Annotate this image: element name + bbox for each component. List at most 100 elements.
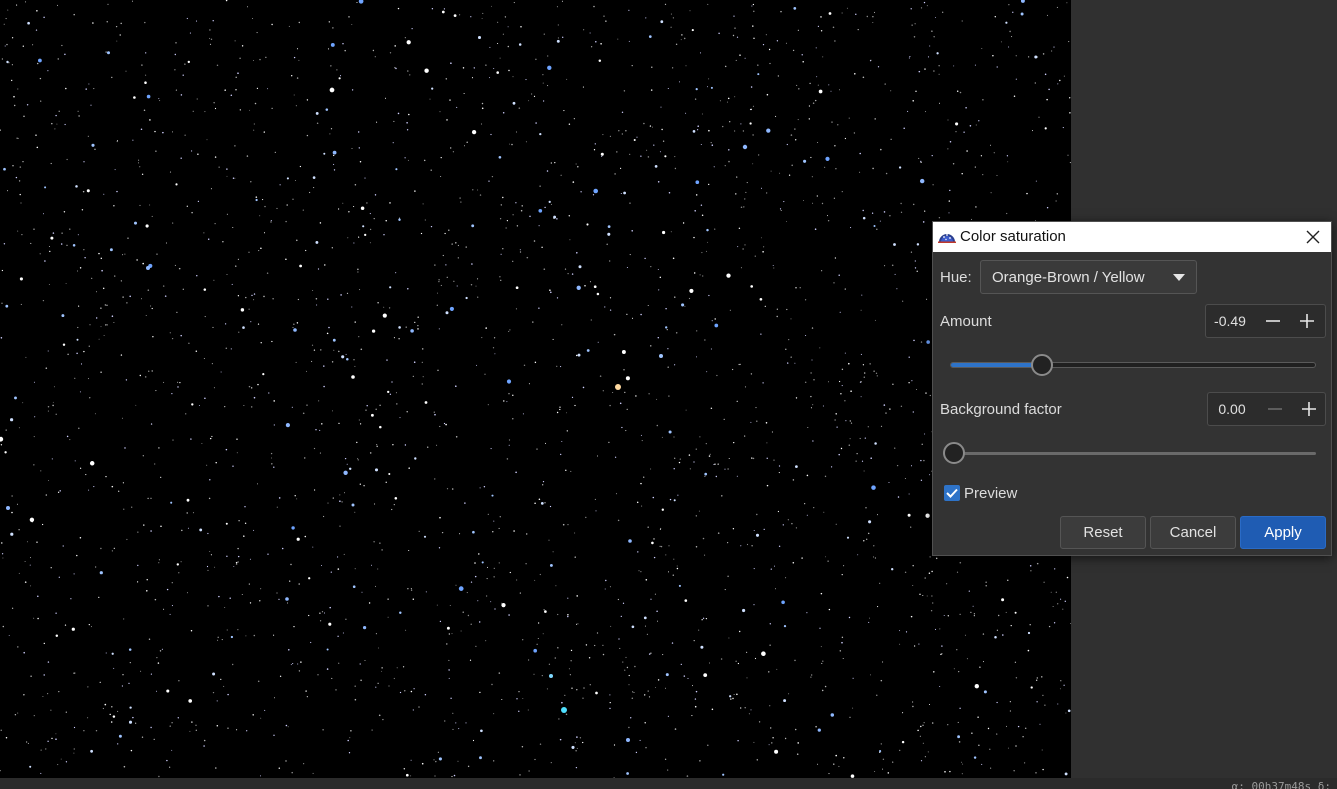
star xyxy=(730,698,732,700)
dialog-titlebar[interactable]: Color saturation xyxy=(933,222,1331,252)
star xyxy=(796,84,798,86)
star xyxy=(823,511,825,513)
preview-checkbox[interactable] xyxy=(944,485,960,501)
star xyxy=(804,381,807,384)
star xyxy=(67,353,69,356)
star xyxy=(263,131,265,133)
star xyxy=(83,249,85,251)
star xyxy=(129,706,132,709)
star xyxy=(839,650,842,652)
amount-decrement-button[interactable] xyxy=(1256,305,1290,337)
star xyxy=(99,571,103,575)
star xyxy=(449,147,452,149)
star xyxy=(650,89,653,91)
star xyxy=(265,56,267,58)
star xyxy=(820,646,822,648)
star xyxy=(520,209,523,212)
star xyxy=(137,581,139,583)
star xyxy=(974,166,976,168)
preview-label[interactable]: Preview xyxy=(964,485,1017,503)
star xyxy=(425,591,427,593)
star xyxy=(128,682,130,685)
star xyxy=(519,592,521,594)
star xyxy=(898,166,902,169)
star xyxy=(209,29,211,31)
star xyxy=(285,423,290,428)
star xyxy=(1042,694,1044,697)
close-icon[interactable] xyxy=(1303,227,1323,247)
star xyxy=(281,547,284,550)
star xyxy=(860,353,862,355)
star xyxy=(567,524,569,526)
star xyxy=(609,260,611,262)
star xyxy=(360,348,363,351)
star xyxy=(333,154,335,157)
star xyxy=(564,268,567,270)
background-factor-slider-handle[interactable] xyxy=(943,442,965,464)
star xyxy=(619,402,622,405)
star xyxy=(132,716,134,719)
star xyxy=(131,506,133,508)
star xyxy=(582,741,584,744)
amount-value-input[interactable]: -0.49 xyxy=(1206,305,1254,337)
star xyxy=(128,720,133,724)
star xyxy=(694,705,697,708)
star xyxy=(58,110,60,112)
star xyxy=(571,745,575,749)
star xyxy=(379,542,381,544)
amount-slider[interactable] xyxy=(950,354,1316,376)
hue-dropdown[interactable]: Orange-Brown / Yellow xyxy=(980,260,1197,294)
star xyxy=(319,429,321,431)
star xyxy=(216,724,219,727)
star xyxy=(819,627,821,629)
star xyxy=(643,616,647,620)
star xyxy=(211,435,213,438)
star xyxy=(1006,212,1008,215)
star xyxy=(319,452,321,454)
star xyxy=(382,718,384,721)
star xyxy=(149,119,151,121)
star xyxy=(213,102,215,104)
star xyxy=(700,645,704,649)
star xyxy=(598,59,602,63)
star xyxy=(707,3,709,5)
apply-button[interactable]: Apply xyxy=(1240,516,1326,549)
background-factor-decrement-button[interactable] xyxy=(1258,393,1292,425)
star xyxy=(364,233,367,237)
amount-increment-button[interactable] xyxy=(1290,305,1324,337)
image-viewport[interactable] xyxy=(0,0,1071,778)
star xyxy=(728,160,730,163)
star xyxy=(203,288,207,291)
star xyxy=(544,206,546,209)
amount-slider-fill xyxy=(951,363,1042,367)
star xyxy=(883,211,886,213)
star xyxy=(273,424,275,426)
star xyxy=(40,749,42,751)
star xyxy=(751,457,753,459)
star xyxy=(536,643,538,645)
cancel-button[interactable]: Cancel xyxy=(1150,516,1236,549)
star xyxy=(734,27,736,29)
star xyxy=(315,429,317,431)
star xyxy=(103,193,105,195)
background-factor-value-input[interactable]: 0.00 xyxy=(1208,393,1256,425)
amount-slider-handle[interactable] xyxy=(1030,354,1053,376)
star xyxy=(830,713,835,717)
star xyxy=(289,580,291,582)
star xyxy=(332,338,336,342)
star xyxy=(1053,622,1056,624)
background-factor-slider[interactable] xyxy=(943,442,1316,464)
background-factor-increment-button[interactable] xyxy=(1292,393,1326,425)
star xyxy=(57,58,59,60)
star xyxy=(79,391,81,393)
star xyxy=(556,297,559,299)
star xyxy=(776,315,778,318)
star xyxy=(30,675,32,677)
star xyxy=(243,535,245,537)
star xyxy=(621,426,623,429)
reset-button[interactable]: Reset xyxy=(1060,516,1146,549)
star xyxy=(95,566,97,568)
star xyxy=(804,503,806,505)
star xyxy=(211,363,213,365)
star xyxy=(867,426,869,428)
